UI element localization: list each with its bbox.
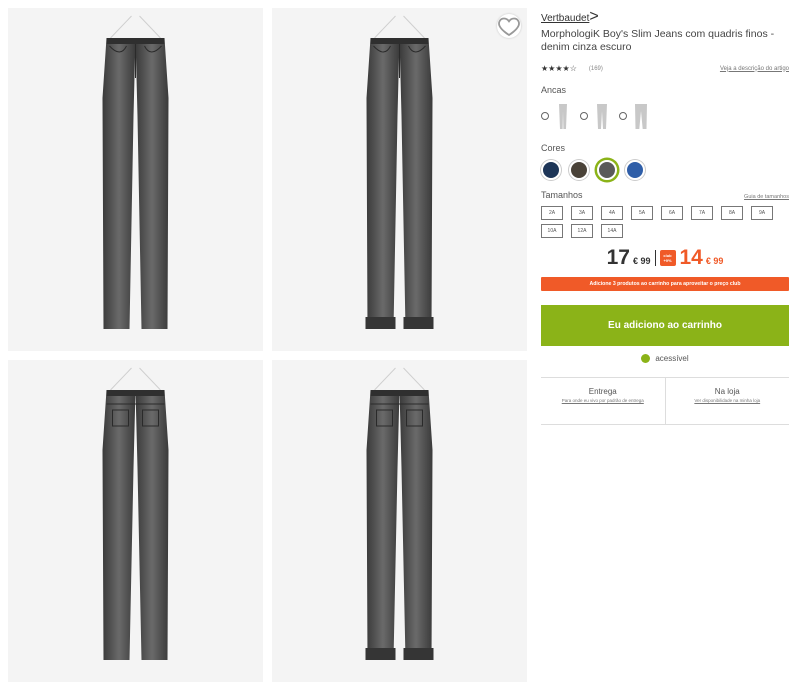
- cut-option[interactable]: [619, 101, 652, 131]
- size-option[interactable]: 6A: [661, 206, 683, 220]
- brand-breadcrumb[interactable]: Vertbaudet>: [541, 8, 789, 26]
- chevron-right-icon: >: [589, 8, 599, 25]
- delivery-sub-link[interactable]: Para onde eu vivo por padrão de entrega: [562, 398, 644, 404]
- delivery-title: Na loja: [714, 387, 740, 396]
- size-guide-link[interactable]: Guia de tamanhos: [744, 194, 789, 200]
- sizes-label: Tamanhos: [541, 190, 583, 200]
- product-photo-front-cuffed[interactable]: [272, 8, 527, 351]
- product-photo-back[interactable]: [8, 360, 263, 682]
- price-divider: [654, 250, 656, 266]
- size-grid: 2A 3A 4A 5A 6A 7A 8A 9A 10A 12A 14A: [541, 206, 789, 238]
- availability-text: acessível: [655, 354, 689, 363]
- delivery-options: Entrega Para onde eu vivo por padrão de …: [541, 377, 789, 425]
- cut-largo-image[interactable]: [630, 101, 652, 131]
- size-option[interactable]: 10A: [541, 224, 563, 238]
- color-swatches: [541, 160, 789, 180]
- color-swatch-grey[interactable]: [597, 160, 617, 180]
- see-description-link[interactable]: Veja a descrição do artigo: [720, 66, 789, 72]
- delivery-sub-link[interactable]: Ver disponibilidade na minha loja: [694, 398, 760, 404]
- heart-outline-icon: [498, 17, 520, 37]
- availability: acessível: [541, 354, 789, 363]
- size-option[interactable]: 12A: [571, 224, 593, 238]
- product-title: MorphologiK Boy's Slim Jeans com quadris…: [541, 28, 775, 53]
- size-option[interactable]: 7A: [691, 206, 713, 220]
- add-to-cart-button[interactable]: Eu adiciono ao carrinho: [541, 305, 789, 346]
- regular-price-cents: € 99: [632, 256, 651, 266]
- size-option[interactable]: 2A: [541, 206, 563, 220]
- rating-row: ★★★★☆ (169) Veja a descrição do artigo: [541, 64, 789, 73]
- product-photo-back-cuffed[interactable]: [272, 360, 527, 682]
- price-row: 17 € 99 club +9% 14 € 99: [541, 246, 789, 270]
- club-promo-banner: Adicione 3 produtos ao carrinho para apr…: [541, 277, 789, 291]
- size-option[interactable]: 5A: [631, 206, 653, 220]
- cuts-options: [541, 101, 789, 131]
- product-photo-front[interactable]: [8, 8, 263, 351]
- size-option[interactable]: 14A: [601, 224, 623, 238]
- size-option[interactable]: 9A: [751, 206, 773, 220]
- rating-count[interactable]: (169): [589, 66, 603, 72]
- color-swatch-navy[interactable]: [541, 160, 561, 180]
- delivery-title: Entrega: [588, 387, 617, 396]
- size-option[interactable]: 3A: [571, 206, 593, 220]
- club-price: 14: [679, 246, 703, 269]
- cut-option[interactable]: [541, 101, 574, 131]
- regular-price: 17: [606, 246, 630, 269]
- club-price-cents: € 99: [705, 256, 724, 266]
- wishlist-button[interactable]: [497, 14, 521, 38]
- availability-dot-icon: [641, 354, 651, 363]
- radio-button[interactable]: [541, 112, 549, 120]
- size-option[interactable]: 4A: [601, 206, 623, 220]
- product-gallery: [8, 8, 527, 682]
- radio-button[interactable]: [580, 112, 588, 120]
- rating-stars[interactable]: ★★★★☆: [541, 64, 577, 73]
- cuts-label: Ancas: [541, 85, 567, 95]
- delivery-option-store[interactable]: Na loja Ver disponibilidade na minha loj…: [664, 378, 789, 424]
- colors-label: Cores: [541, 143, 566, 153]
- cut-medio-image[interactable]: [591, 101, 613, 131]
- radio-button[interactable]: [619, 112, 627, 120]
- color-swatch-blue[interactable]: [625, 160, 645, 180]
- product-info-panel: Vertbaudet> MorphologiK Boy's Slim Jeans…: [541, 8, 789, 425]
- sizes-header: Tamanhos Guia de tamanhos: [541, 190, 789, 200]
- club-badge: club +9%: [659, 250, 676, 266]
- delivery-option-home[interactable]: Entrega Para onde eu vivo por padrão de …: [541, 378, 665, 424]
- cut-option[interactable]: [580, 101, 613, 131]
- size-option[interactable]: 8A: [721, 206, 743, 220]
- club-badge-line2: +9%: [663, 258, 672, 263]
- color-swatch-brown[interactable]: [569, 160, 589, 180]
- cut-fino-image[interactable]: [552, 101, 574, 131]
- brand-link[interactable]: Vertbaudet: [541, 13, 589, 24]
